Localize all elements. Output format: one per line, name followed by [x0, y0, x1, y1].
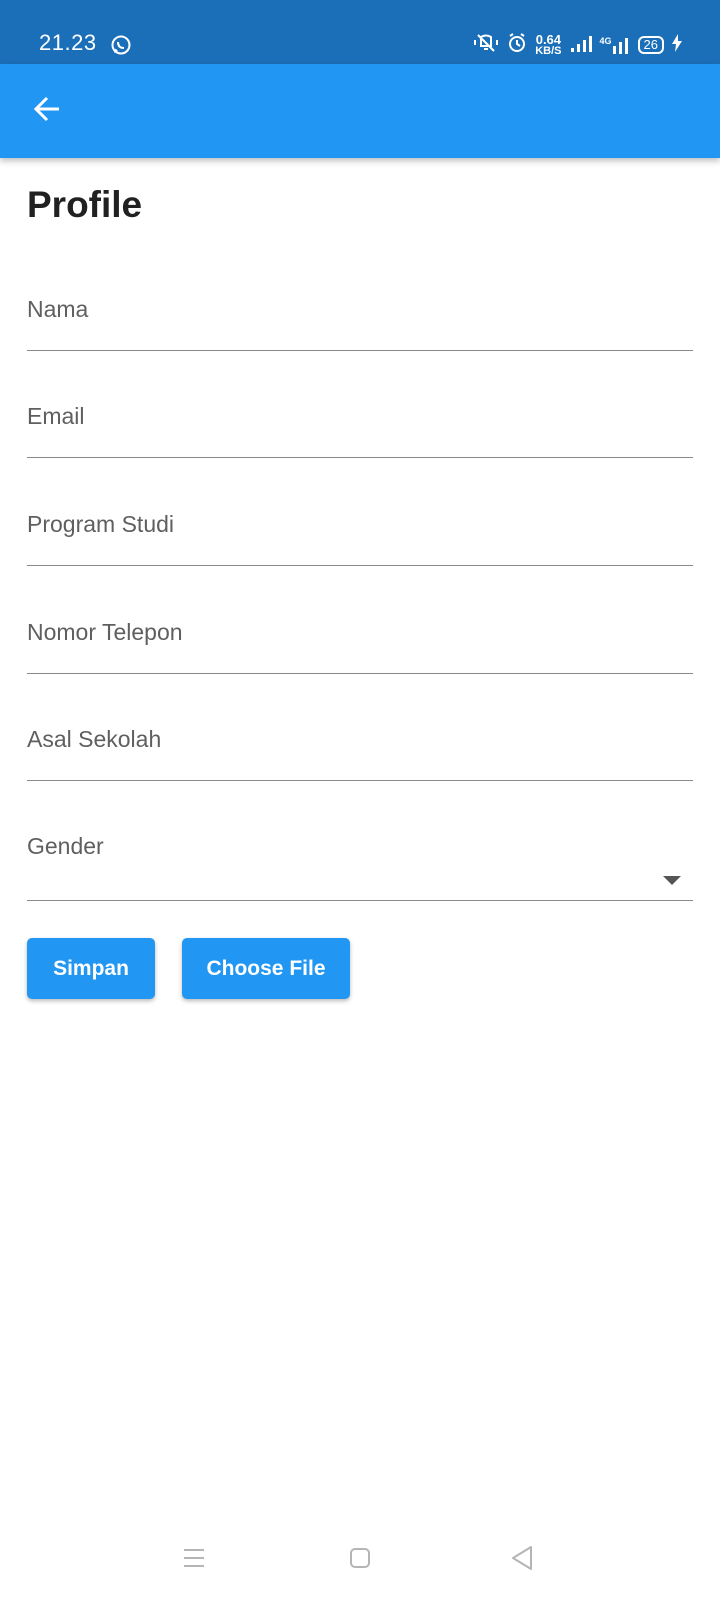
program-studi-placeholder: Program Studi	[27, 511, 175, 537]
charging-icon	[672, 33, 682, 57]
asal-sekolah-field[interactable]: Asal Sekolah	[27, 700, 693, 781]
whatsapp-icon	[110, 34, 132, 56]
battery-level: 26	[643, 37, 658, 52]
network-type: 4G	[599, 36, 612, 46]
back-button[interactable]	[24, 88, 70, 134]
system-nav-bar	[0, 1522, 720, 1600]
battery-icon: 26	[637, 36, 664, 54]
app-bar	[0, 64, 720, 158]
nama-field[interactable]: Nama	[27, 270, 693, 351]
status-icons: 0.64 KB/S 4G 26	[473, 32, 682, 59]
nomor-telepon-field[interactable]: Nomor Telepon	[27, 593, 693, 674]
chevron-down-icon	[663, 876, 681, 885]
vibrate-off-icon	[473, 32, 499, 59]
email-placeholder: Email	[27, 403, 85, 429]
menu-icon[interactable]	[176, 1540, 212, 1576]
signal-4g-icon: 4G	[600, 36, 630, 54]
nomor-telepon-placeholder: Nomor Telepon	[27, 619, 183, 645]
choose-file-button[interactable]: Choose File	[182, 938, 350, 999]
save-button[interactable]: Simpan	[27, 938, 155, 999]
email-field[interactable]: Email	[27, 377, 693, 458]
arrow-left-icon	[32, 94, 62, 129]
status-time: 21.23	[39, 30, 97, 55]
back-triangle-icon[interactable]	[504, 1540, 540, 1576]
status-bar: 21.23 0.64 KB/S 4G 26	[0, 0, 720, 64]
signal-icon	[570, 34, 592, 57]
asal-sekolah-placeholder: Asal Sekolah	[27, 726, 162, 752]
gender-placeholder: Gender	[27, 833, 104, 859]
gender-dropdown[interactable]: Gender	[27, 820, 693, 901]
alarm-icon	[507, 32, 527, 58]
nama-placeholder: Nama	[27, 296, 89, 322]
net-speed-unit: KB/S	[535, 45, 562, 57]
home-icon[interactable]	[342, 1540, 378, 1576]
network-speed: 0.64 KB/S	[535, 33, 562, 57]
page-title: Profile	[27, 184, 143, 225]
program-studi-field[interactable]: Program Studi	[27, 485, 693, 566]
